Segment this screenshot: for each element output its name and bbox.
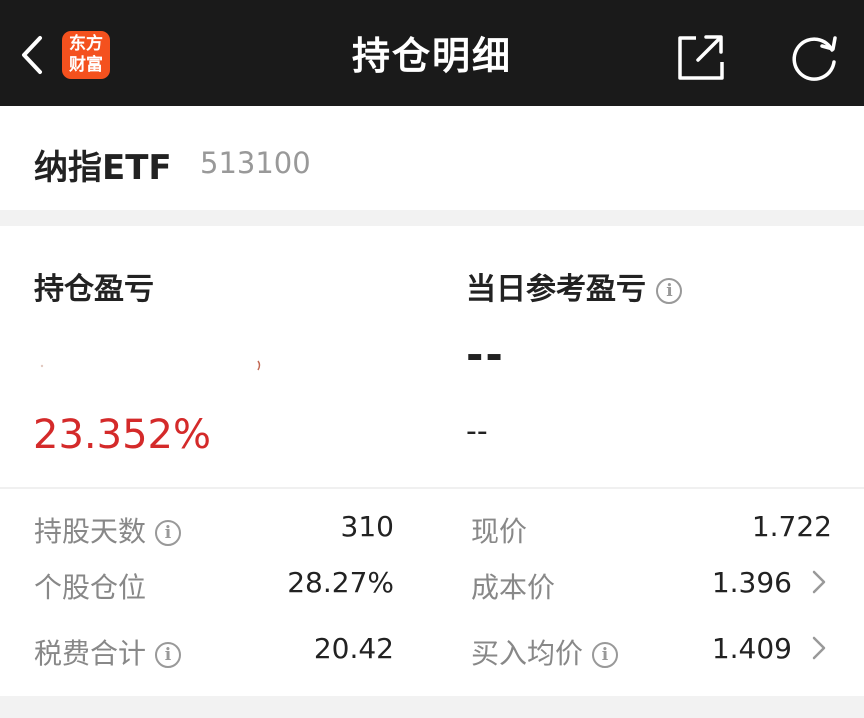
daily-ref-pl-percent: -- bbox=[466, 414, 488, 449]
chevron-right-icon[interactable] bbox=[810, 634, 828, 662]
info-icon[interactable]: i bbox=[154, 520, 181, 546]
stock-name: 纳指ETF bbox=[34, 148, 172, 188]
chevron-left-icon bbox=[22, 36, 42, 74]
price-label: 现价 bbox=[471, 515, 528, 548]
stock-header: 纳指ETF 513100 bbox=[0, 106, 864, 210]
hold-days-label: 持股天数 bbox=[34, 515, 147, 548]
cost-price-value[interactable]: 1.396 bbox=[712, 566, 792, 599]
fees-label: 税费合计 bbox=[34, 637, 147, 670]
info-icon[interactable]: i bbox=[154, 642, 181, 668]
position-ratio-label: 个股仓位 bbox=[34, 571, 147, 604]
logo-text-line2: 财富 bbox=[69, 55, 103, 75]
daily-ref-pl-group: 当日参考盈亏 i bbox=[466, 264, 683, 308]
refresh-button[interactable] bbox=[788, 32, 842, 86]
hold-days-group: 持股天数 i bbox=[34, 510, 181, 550]
hold-days-value: 310 bbox=[340, 510, 394, 543]
daily-ref-pl-value: -- bbox=[466, 330, 505, 379]
masked-amount bbox=[40, 360, 261, 371]
info-icon[interactable]: i bbox=[656, 277, 683, 304]
avg-buy-label: 买入均价 bbox=[471, 637, 584, 670]
avg-buy-value[interactable]: 1.409 bbox=[712, 632, 792, 665]
back-button[interactable] bbox=[14, 30, 50, 80]
holding-detail-card: 持仓盈亏 当日参考盈亏 i 23.352% -- -- 持股天数 i 310 现… bbox=[0, 226, 864, 696]
stock-code: 513100 bbox=[200, 146, 311, 180]
page-title: 持仓明细 bbox=[351, 34, 512, 78]
cost-price-label: 成本价 bbox=[471, 571, 556, 604]
share-button[interactable] bbox=[676, 32, 726, 82]
top-nav-bar: 东方 财富 持仓明细 bbox=[0, 0, 864, 106]
holding-pl-label: 持仓盈亏 bbox=[34, 272, 154, 307]
position-ratio-value: 28.27% bbox=[287, 566, 394, 599]
fees-group: 税费合计 i bbox=[34, 632, 181, 672]
logo-text-line1: 东方 bbox=[69, 34, 103, 54]
fees-value: 20.42 bbox=[313, 632, 394, 665]
info-icon[interactable]: i bbox=[591, 642, 618, 668]
price-value: 1.722 bbox=[751, 510, 832, 543]
refresh-icon bbox=[792, 36, 837, 81]
share-icon bbox=[678, 35, 724, 80]
chevron-right-icon[interactable] bbox=[810, 568, 828, 596]
holding-pl-percent: 23.352% bbox=[33, 412, 211, 458]
daily-ref-pl-label: 当日参考盈亏 bbox=[466, 272, 646, 307]
app-logo[interactable]: 东方 财富 bbox=[62, 31, 110, 79]
avg-buy-group: 买入均价 i bbox=[471, 632, 618, 672]
divider bbox=[0, 487, 864, 489]
